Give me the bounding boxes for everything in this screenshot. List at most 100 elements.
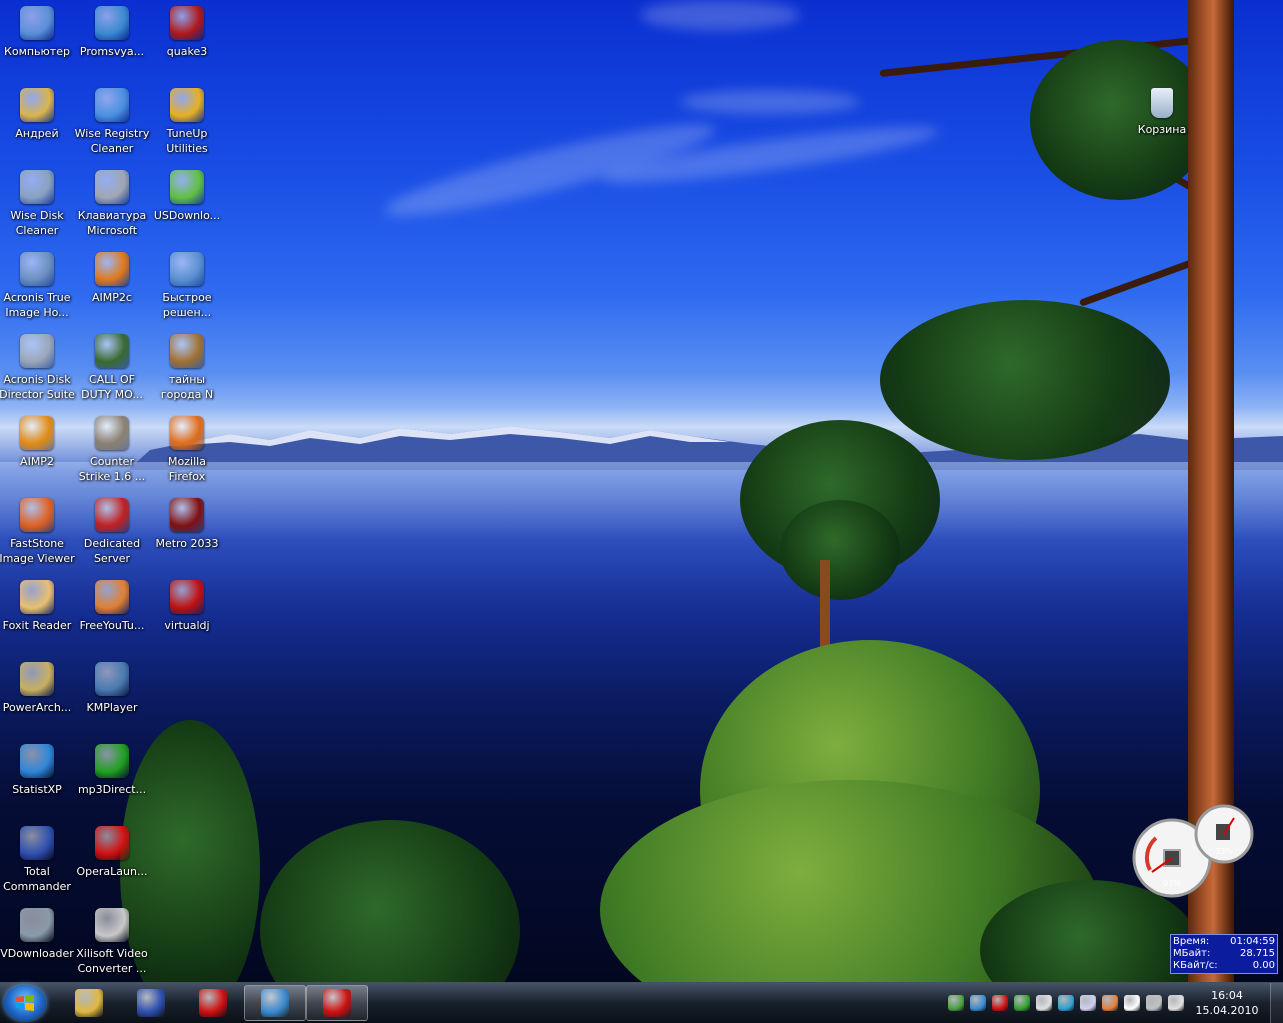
desktop-icon[interactable]: OperaLaun... <box>73 822 151 902</box>
total-commander-icon <box>137 989 165 1017</box>
taskbar-button[interactable] <box>306 985 368 1021</box>
icon-label: Wise Disk Cleaner <box>10 209 64 237</box>
desktop-icon[interactable]: Promsvya... <box>73 2 151 82</box>
cloud <box>680 90 860 114</box>
desktop-icon[interactable]: Быстрое решен... <box>148 248 226 328</box>
antivirus-icon[interactable] <box>1014 995 1030 1011</box>
opera-tray-icon[interactable] <box>992 995 1008 1011</box>
icon-label: FastStone Image Viewer <box>0 537 75 565</box>
virtualdj-icon <box>170 580 204 614</box>
taskbar-button[interactable] <box>58 985 120 1021</box>
icon-label: Acronis True Image Ho... <box>3 291 71 319</box>
clock-time: 16:04 <box>1211 989 1243 1002</box>
desktop-icon[interactable]: PowerArch... <box>0 658 76 738</box>
desktop-icon[interactable]: Клавиатура Microsoft <box>73 166 151 246</box>
desktop-icon[interactable]: Wise Registry Cleaner <box>73 84 151 164</box>
desktop-icon[interactable]: KMPlayer <box>73 658 151 738</box>
cpu-meter-gadget[interactable]: 07% 33% <box>1128 800 1256 900</box>
aimp-icon <box>20 416 54 450</box>
kbs-label: КБайт/с: <box>1173 960 1218 971</box>
icon-label: virtualdj <box>164 619 210 632</box>
desktop-icon[interactable]: TuneUp Utilities <box>148 84 226 164</box>
desktop-icon[interactable]: quake3 <box>148 2 226 82</box>
mb-label: МБайт: <box>1173 948 1211 959</box>
icon-label: Dedicated Server <box>83 537 141 565</box>
desktop-icon[interactable]: mp3Direct... <box>73 740 151 820</box>
network-status-icon[interactable] <box>948 995 964 1011</box>
icon-label: Total Commander <box>3 865 71 893</box>
desktop-icon[interactable]: Acronis Disk Director Suite <box>0 330 76 410</box>
pine-tree-left <box>260 820 520 982</box>
language-flag-icon[interactable] <box>1080 995 1096 1011</box>
desktop-icon[interactable]: Mozilla Firefox <box>148 412 226 492</box>
aimp2c-icon <box>95 252 129 286</box>
clock[interactable]: 16:04 15.04.2010 <box>1190 988 1264 1018</box>
volume-muted-icon[interactable] <box>1102 995 1118 1011</box>
cs-icon <box>95 416 129 450</box>
icon-label: Counter Strike 1.6 ... <box>78 455 146 483</box>
desktop-icon[interactable]: CALL OF DUTY MO... <box>73 330 151 410</box>
desktop-icon[interactable]: AIMP2 <box>0 412 76 492</box>
desktop-icon[interactable]: Metro 2033 <box>148 494 226 574</box>
desktop-icon[interactable]: AIMP2c <box>73 248 151 328</box>
start-button[interactable] <box>4 985 46 1021</box>
icon-label: Клавиатура Microsoft <box>77 209 147 237</box>
icon-label: OperaLaun... <box>76 865 148 878</box>
desktop-icon[interactable]: StatistXP <box>0 740 76 820</box>
desktop-icon[interactable]: Total Commander <box>0 822 76 902</box>
clock-date: 15.04.2010 <box>1195 1004 1259 1017</box>
icon-label: Wise Registry Cleaner <box>74 127 150 155</box>
skype-icon[interactable] <box>1058 995 1074 1011</box>
icon-label: quake3 <box>166 45 208 58</box>
quake-icon <box>170 6 204 40</box>
globe-icon[interactable] <box>970 995 986 1011</box>
icon-label: Xilisoft Video Converter ... <box>76 947 148 975</box>
desktop-icon[interactable]: Dedicated Server <box>73 494 151 574</box>
registry-icon <box>95 88 129 122</box>
recycle-bin[interactable]: Корзина <box>1123 84 1201 164</box>
show-desktop-button[interactable] <box>1270 983 1283 1023</box>
quick-fix-icon <box>170 252 204 286</box>
icon-label: Acronis Disk Director Suite <box>0 373 75 401</box>
firefox-icon <box>170 416 204 450</box>
network-meter-gadget[interactable]: Время: 01:04:59 МБайт: 28.715 КБайт/с: 0.00 <box>1170 934 1278 974</box>
icon-label: Компьютер <box>4 45 70 58</box>
floppy-icon <box>20 826 54 860</box>
desktop-icon[interactable]: FreeYouTu... <box>73 576 151 656</box>
desktop-icon[interactable]: VDownloader <box>0 904 76 984</box>
network-icon[interactable] <box>1146 995 1162 1011</box>
shield-icon[interactable] <box>1036 995 1052 1011</box>
mb-value: 28.715 <box>1240 948 1275 959</box>
recycle-bin-icon <box>1151 88 1173 118</box>
taskbar-button[interactable] <box>120 985 182 1021</box>
desktop-icon[interactable]: USDownlo... <box>148 166 226 246</box>
action-center-flag-icon[interactable] <box>1124 995 1140 1011</box>
globe-chart-icon <box>20 744 54 778</box>
desktop-icon[interactable]: тайны города N <box>148 330 226 410</box>
archive-icon <box>20 662 54 696</box>
eye-icon <box>20 498 54 532</box>
icon-label: AIMP2c <box>92 291 132 304</box>
volume-icon[interactable] <box>1168 995 1184 1011</box>
desktop-icon[interactable]: Acronis True Image Ho... <box>0 248 76 328</box>
desktop-icon[interactable]: FastStone Image Viewer <box>0 494 76 574</box>
icon-label: Быстрое решен... <box>162 291 212 319</box>
network-globe-icon <box>261 989 289 1017</box>
taskbar-button[interactable] <box>244 985 306 1021</box>
desktop-icon[interactable]: Counter Strike 1.6 ... <box>73 412 151 492</box>
desktop-icon[interactable]: Компьютер <box>0 2 76 82</box>
desktop-icon[interactable]: virtualdj <box>148 576 226 656</box>
desktop-icon[interactable]: Андрей <box>0 84 76 164</box>
desktop-icon[interactable]: Foxit Reader <box>0 576 76 656</box>
desktop-icon[interactable]: Wise Disk Cleaner <box>0 166 76 246</box>
desktop-icon[interactable]: Xilisoft Video Converter ... <box>73 904 151 984</box>
icon-label: KMPlayer <box>86 701 138 714</box>
pine-foliage <box>780 500 900 600</box>
time-value: 01:04:59 <box>1230 936 1275 947</box>
user-folder-icon <box>20 88 54 122</box>
time-label: Время: <box>1173 936 1210 947</box>
icon-label: AIMP2 <box>20 455 54 468</box>
taskbar-button[interactable] <box>182 985 244 1021</box>
pine-foliage <box>880 300 1170 460</box>
cod-icon <box>95 334 129 368</box>
